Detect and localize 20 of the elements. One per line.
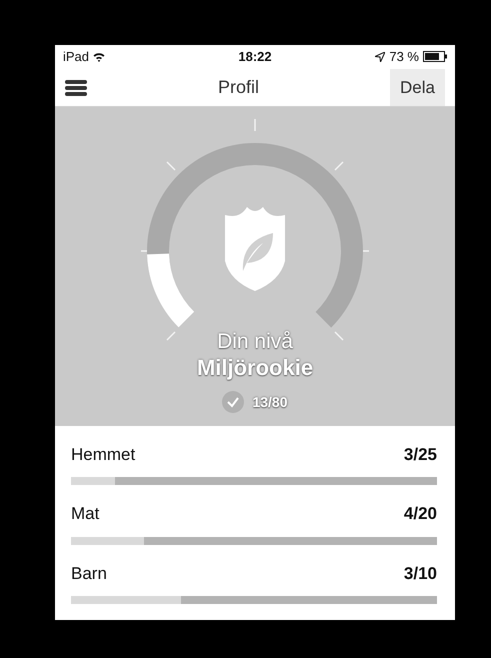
screen-title: Profil bbox=[218, 76, 260, 99]
share-button[interactable]: Dela bbox=[390, 68, 445, 106]
level-name: Miljörookie bbox=[196, 354, 314, 382]
wifi-icon bbox=[93, 52, 106, 62]
category-name: Hemmet bbox=[71, 444, 136, 466]
shield-leaf-icon bbox=[225, 207, 285, 292]
category-score: 3/25 bbox=[404, 444, 437, 466]
battery-icon bbox=[423, 51, 447, 62]
check-circle-icon bbox=[222, 391, 244, 414]
level-score: 13/80 bbox=[252, 392, 288, 412]
location-arrow-icon bbox=[375, 52, 386, 62]
category-score: 3/10 bbox=[404, 562, 437, 584]
category-score: 4/20 bbox=[404, 503, 437, 525]
battery-percent: 73 % bbox=[389, 48, 419, 66]
level-caption: Din nivå bbox=[217, 329, 293, 354]
device-name: iPad bbox=[63, 48, 90, 66]
category-name: Barn bbox=[71, 562, 107, 584]
clock-time: 18:22 bbox=[238, 48, 272, 66]
menu-icon[interactable] bbox=[65, 80, 87, 96]
category-name: Mat bbox=[71, 503, 100, 525]
